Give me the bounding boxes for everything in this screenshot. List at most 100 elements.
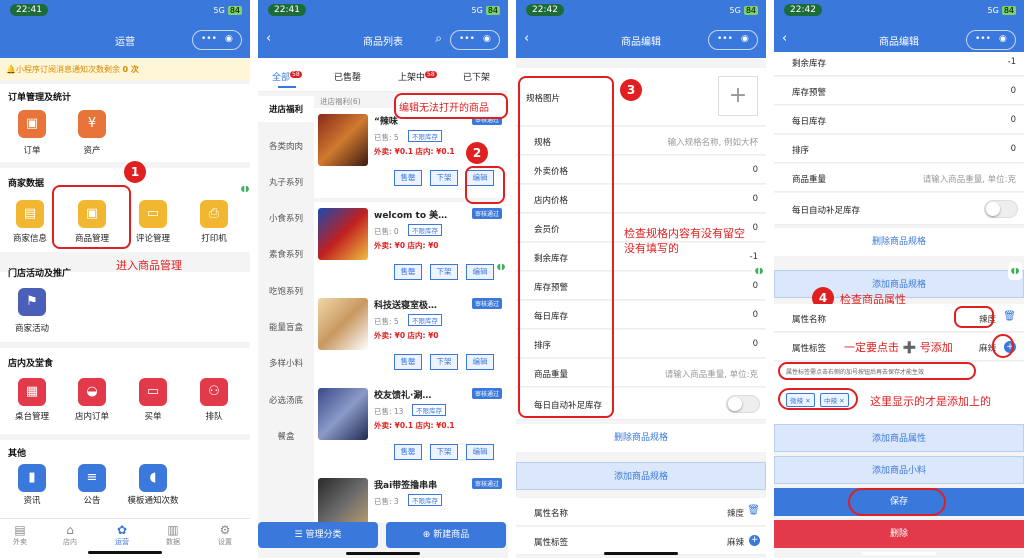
stock-row[interactable]: 剩余库存 -1 bbox=[774, 52, 1024, 76]
card-icon[interactable]: ▭ bbox=[139, 378, 167, 406]
category-item[interactable]: 必选汤底 bbox=[258, 394, 314, 406]
capsule-menu[interactable]: ••• ◉ bbox=[708, 30, 758, 50]
more-icon[interactable]: ••• bbox=[201, 34, 217, 44]
offshelf-button[interactable]: 下架 bbox=[430, 264, 458, 280]
tab-data[interactable]: ▥ 数据 bbox=[153, 523, 193, 547]
category-item[interactable]: 吃饱系列 bbox=[258, 285, 314, 297]
daily-stock-row[interactable]: 每日库存 0 bbox=[774, 106, 1024, 134]
row-label: 剩余库存 bbox=[792, 59, 827, 69]
offshelf-button[interactable]: 下架 bbox=[430, 354, 458, 370]
trash-icon[interactable]: 🗑 bbox=[747, 505, 760, 516]
capsule-menu[interactable]: ••• ◉ bbox=[192, 30, 242, 50]
orders-icon[interactable]: ▣ bbox=[18, 110, 46, 138]
category-item[interactable]: 素食系列 bbox=[258, 248, 314, 260]
merchant-info-icon[interactable]: ▤ bbox=[16, 200, 44, 228]
tab-all[interactable]: 全部 58 bbox=[272, 70, 302, 83]
side-handle[interactable]: ◖◗ bbox=[1008, 262, 1022, 280]
tab-operations[interactable]: ✿ 运营 bbox=[102, 523, 142, 547]
new-product-button[interactable]: ⊕ 新建商品 bbox=[386, 522, 506, 548]
tab-takeout[interactable]: ▤ 外卖 bbox=[0, 523, 40, 547]
tab-soldout[interactable]: 已售罄 bbox=[334, 70, 361, 83]
manage-category-button[interactable]: ☰ 管理分类 bbox=[258, 522, 378, 548]
table-label[interactable]: 桌台管理 bbox=[2, 410, 62, 422]
announcement-label[interactable]: 公告 bbox=[62, 494, 122, 506]
add-image-button[interactable]: + bbox=[718, 76, 758, 116]
auto-restock-toggle[interactable] bbox=[726, 395, 760, 413]
attr-name-row[interactable]: 属性名称 辣度 🗑 bbox=[516, 498, 766, 526]
table-icon[interactable]: ▦ bbox=[18, 378, 46, 406]
side-handle[interactable]: ◖◗ bbox=[752, 262, 766, 280]
capsule-menu[interactable]: ••• ◉ bbox=[450, 30, 500, 50]
template-label[interactable]: 模板通知次数 bbox=[123, 494, 183, 506]
search-icon[interactable]: ⌕ bbox=[435, 31, 442, 46]
more-icon[interactable]: ••• bbox=[717, 34, 733, 44]
close-icon[interactable]: ✕ bbox=[839, 397, 844, 405]
stock-alert-row[interactable]: 库存预警 0 bbox=[774, 77, 1024, 105]
tab-instore[interactable]: ⌂ 店内 bbox=[50, 523, 90, 547]
step-badge-2: 2 bbox=[466, 142, 488, 164]
queue-label[interactable]: 排队 bbox=[184, 410, 244, 422]
review-icon[interactable]: ▭ bbox=[139, 200, 167, 228]
add-extra-button[interactable]: 添加商品小料 bbox=[774, 456, 1024, 484]
category-item[interactable]: 进店福利 bbox=[258, 103, 314, 115]
assets-label[interactable]: 资产 bbox=[62, 144, 122, 156]
attr-tag-row[interactable]: 属性标签 麻辣 + bbox=[516, 527, 766, 555]
category-item[interactable]: 餐盒 bbox=[258, 430, 314, 442]
tab-settings[interactable]: ⚙ 设置 bbox=[205, 523, 245, 547]
delete-spec-button[interactable]: 删除商品规格 bbox=[516, 424, 766, 452]
edit-button[interactable]: 编辑 bbox=[466, 354, 494, 370]
close-target-icon[interactable]: ◉ bbox=[483, 34, 491, 44]
category-item[interactable]: 多样小料 bbox=[258, 357, 314, 369]
news-label[interactable]: 资讯 bbox=[2, 494, 62, 506]
close-target-icon[interactable]: ◉ bbox=[999, 34, 1007, 44]
soldout-button[interactable]: 售罄 bbox=[394, 170, 422, 186]
more-icon[interactable]: ••• bbox=[975, 34, 991, 44]
speaker-icon[interactable]: ◖ bbox=[139, 464, 167, 492]
close-target-icon[interactable]: ◉ bbox=[225, 34, 233, 44]
offshelf-button[interactable]: 下架 bbox=[430, 444, 458, 460]
capsule-menu[interactable]: ••• ◉ bbox=[966, 30, 1016, 50]
delete-button[interactable]: 删除 bbox=[774, 520, 1024, 548]
edit-button[interactable]: 编辑 bbox=[466, 444, 494, 460]
tab-offshelf[interactable]: 已下架 bbox=[463, 70, 490, 83]
flag-icon[interactable]: ⚑ bbox=[18, 288, 46, 316]
category-item[interactable]: 各类肉肉 bbox=[258, 140, 314, 152]
pay-label[interactable]: 买单 bbox=[123, 410, 183, 422]
more-icon[interactable]: ••• bbox=[459, 34, 475, 44]
close-icon[interactable]: ✕ bbox=[805, 397, 810, 405]
close-target-icon[interactable]: ◉ bbox=[741, 34, 749, 44]
orders-label[interactable]: 订单 bbox=[2, 144, 62, 156]
side-handle[interactable]: ◖◗ bbox=[238, 180, 252, 198]
side-handle[interactable]: ◖◗ bbox=[494, 258, 508, 276]
queue-icon[interactable]: ⚇ bbox=[200, 378, 228, 406]
instore-order-label[interactable]: 店内订单 bbox=[62, 410, 122, 422]
category-item[interactable]: 能量盲盒 bbox=[258, 321, 314, 333]
review-label[interactable]: 评论管理 bbox=[123, 232, 183, 244]
printer-label[interactable]: 打印机 bbox=[184, 232, 244, 244]
bookmark-icon[interactable]: ▮ bbox=[18, 464, 46, 492]
tab-onshelf[interactable]: 上架中 58 bbox=[398, 70, 437, 83]
attr-chip[interactable]: 中辣 ✕ bbox=[820, 393, 849, 407]
soldout-button[interactable]: 售罄 bbox=[394, 444, 422, 460]
auto-restock-toggle[interactable] bbox=[984, 200, 1018, 218]
dish-icon[interactable]: ◒ bbox=[78, 378, 106, 406]
store-activity-label[interactable]: 商家活动 bbox=[2, 322, 62, 334]
printer-icon[interactable]: ⎙ bbox=[200, 200, 228, 228]
weight-row[interactable]: 商品重量 请输入商品重量, 单位:克 bbox=[774, 164, 1024, 192]
soldout-button[interactable]: 售罄 bbox=[394, 354, 422, 370]
soldout-button[interactable]: 售罄 bbox=[394, 264, 422, 280]
delete-spec-button[interactable]: 删除商品规格 bbox=[774, 228, 1024, 256]
plus-icon[interactable]: + bbox=[749, 535, 760, 546]
merchant-info-label[interactable]: 商家信息 bbox=[0, 232, 60, 244]
sort-row[interactable]: 排序 0 bbox=[774, 135, 1024, 163]
add-spec-button[interactable]: 添加商品规格 bbox=[516, 462, 766, 490]
assets-icon[interactable]: ¥ bbox=[78, 110, 106, 138]
trash-icon[interactable]: 🗑 bbox=[1003, 311, 1016, 322]
add-attribute-button[interactable]: 添加商品属性 bbox=[774, 424, 1024, 452]
category-item[interactable]: 丸子系列 bbox=[258, 176, 314, 188]
offshelf-button[interactable]: 下架 bbox=[430, 170, 458, 186]
category-item[interactable]: 小食系列 bbox=[258, 212, 314, 224]
notice-icon[interactable]: ≡ bbox=[78, 464, 106, 492]
edit-button[interactable]: 编辑 bbox=[466, 264, 494, 280]
attr-chip[interactable]: 微辣 ✕ bbox=[786, 393, 815, 407]
